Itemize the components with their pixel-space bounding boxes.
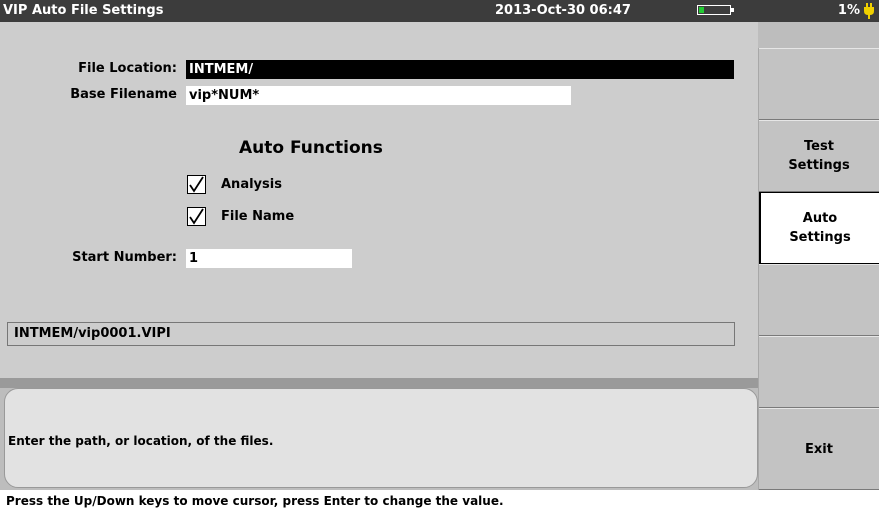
softkey-blank-2[interactable] <box>759 264 879 336</box>
auto-settings-label: Auto Settings <box>789 211 851 245</box>
checkmark-icon <box>189 208 204 225</box>
start-number-label: Start Number: <box>72 250 177 265</box>
exit-label: Exit <box>805 441 833 457</box>
title-bar: VIP Auto File Settings 2013-Oct-30 06:47… <box>0 0 879 22</box>
softkey-header <box>758 22 879 48</box>
date-time: 2013-Oct-30 06:47 <box>495 3 631 18</box>
battery-icon <box>697 5 734 15</box>
softkey-blank-1[interactable] <box>759 48 879 120</box>
exit-button[interactable]: Exit <box>759 408 879 490</box>
settings-panel: File Location: INTMEM/ Base Filename vip… <box>0 22 758 378</box>
filename-preview: INTMEM/vip0001.VIPI <box>7 322 735 346</box>
file-name-label: File Name <box>221 209 295 224</box>
start-number-field[interactable]: 1 <box>186 249 352 268</box>
battery-level-fill <box>699 7 704 13</box>
test-settings-label: Test Settings <box>788 139 850 173</box>
power-plug-icon <box>864 3 874 19</box>
file-name-checkbox[interactable] <box>187 207 206 226</box>
battery-percent: 1% <box>837 3 860 18</box>
auto-settings-button[interactable]: Auto Settings <box>759 192 879 264</box>
softkey-panel: Test Settings Auto Settings Exit <box>758 22 879 490</box>
analysis-checkbox[interactable] <box>187 175 206 194</box>
test-settings-button[interactable]: Test Settings <box>759 120 879 192</box>
separator <box>0 378 758 388</box>
status-bar: Press the Up/Down keys to move cursor, p… <box>0 490 879 512</box>
file-location-label: File Location: <box>78 61 177 76</box>
help-text: Enter the path, or location, of the file… <box>8 434 274 448</box>
base-filename-field[interactable]: vip*NUM* <box>186 86 571 105</box>
battery-tip <box>731 8 734 12</box>
file-location-field[interactable]: INTMEM/ <box>186 60 734 79</box>
auto-functions-heading: Auto Functions <box>239 138 383 158</box>
analysis-label: Analysis <box>221 177 282 192</box>
softkey-blank-3[interactable] <box>759 336 879 408</box>
window-title: VIP Auto File Settings <box>3 3 164 18</box>
base-filename-label: Base Filename <box>70 87 177 102</box>
checkmark-icon <box>189 176 204 193</box>
